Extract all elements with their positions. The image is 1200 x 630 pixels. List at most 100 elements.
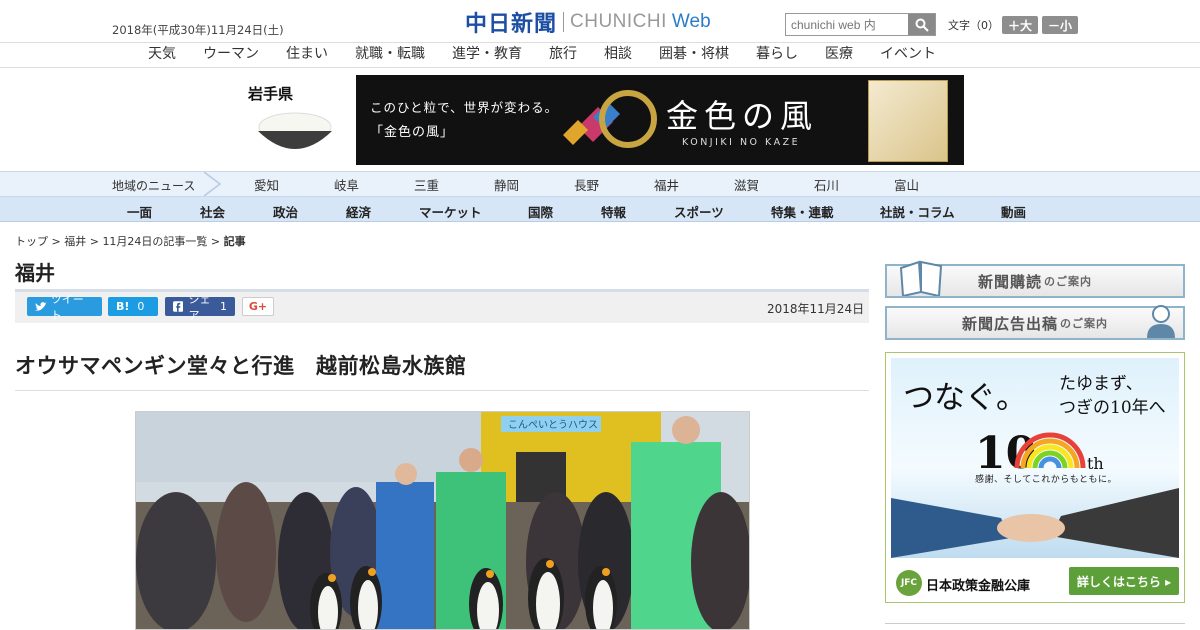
article-photo[interactable]: こんぺいとうハウス (135, 411, 750, 630)
font-size-label: 文字（0） (948, 19, 999, 32)
tweet-label: ツイート (50, 292, 84, 322)
search-button[interactable] (908, 14, 935, 35)
rice-bowl-icon (258, 112, 332, 149)
site-search (785, 13, 936, 36)
ad-visual: つなぐ。 たゆまず、 つぎの10年へ 10 th 感謝、そしてこれからもともに。 (891, 358, 1179, 558)
region-nav-label: 地域のニュース (112, 179, 196, 193)
region-item[interactable]: 滋賀 (734, 175, 814, 194)
font-larger-button[interactable]: ＋大 (1002, 16, 1038, 34)
tweet-button[interactable]: ツイート (27, 293, 102, 322)
facebook-label: シェア (188, 292, 211, 322)
category-item[interactable]: スポーツ (674, 202, 724, 221)
jfc-name: 日本政策金融公庫 (926, 579, 1031, 594)
logo-separator (563, 12, 565, 32)
category-item[interactable]: 一面 (127, 202, 152, 221)
category-item[interactable]: 特集・連載 (771, 202, 834, 221)
book-icon (899, 260, 943, 296)
search-icon (915, 18, 929, 32)
jfc-logo: JFC (896, 570, 922, 596)
banner-ad[interactable]: 岩手県 このひと粒で、世界が変わる。 「金色の風」 金色の風 KONJIKI N… (236, 75, 964, 165)
hatena-bookmark-button[interactable]: B! 0 (108, 297, 158, 316)
banner-left-panel: 岩手県 (236, 75, 356, 165)
region-item[interactable]: 長野 (574, 175, 654, 194)
top-nav-item[interactable]: 囲碁・将棋 (659, 43, 729, 67)
top-nav-item[interactable]: イベント (880, 43, 936, 67)
category-item[interactable]: 特報 (601, 202, 626, 221)
article-date: 2018年11月24日 (767, 302, 865, 316)
subscribe-label: 新聞購読 (977, 272, 1042, 291)
header-date: 2018年(平成30年)11月24日(土) (112, 23, 284, 37)
category-item[interactable]: 社説・コラム (880, 202, 955, 221)
sidebar-divider (885, 623, 1185, 624)
banner-swirl-icon (563, 90, 657, 148)
category-item[interactable]: 政治 (273, 202, 298, 221)
advertise-suffix: のご案内 (1060, 317, 1108, 330)
top-nav-item[interactable]: 旅行 (549, 43, 577, 67)
category-item[interactable]: 動画 (1001, 202, 1026, 221)
ad-headline: つなぐ。 (903, 380, 1027, 416)
breadcrumb-list[interactable]: 11月24日の記事一覧 (102, 235, 207, 248)
top-nav-item[interactable]: 天気 (148, 43, 176, 67)
category-nav: 一面 社会 政治 経済 マーケット 国際 特報 スポーツ 特集・連載 社説・コラ… (0, 197, 1200, 222)
advertise-button[interactable]: 新聞広告出稿 のご案内 (885, 305, 1185, 340)
ad-details-button[interactable]: 詳しくはこちら ▸ (1069, 567, 1179, 595)
twitter-icon (35, 301, 47, 311)
ad-anniversary-suffix: th (1087, 454, 1104, 473)
font-smaller-button[interactable]: －小 (1042, 16, 1078, 34)
breadcrumb: トップ > 福井 > 11月24日の記事一覧 > 記事 (15, 233, 246, 249)
banner-title: 金色の風 (666, 97, 819, 135)
jfc-ad[interactable]: つなぐ。 たゆまず、 つぎの10年へ 10 th 感謝、そしてこれからもともに。… (885, 352, 1185, 603)
advertise-label: 新聞広告出稿 (961, 314, 1058, 333)
page: 2018年(平成30年)11月24日(土) 中日新聞 CHUNICHI Web … (0, 0, 1200, 630)
category-item[interactable]: マーケット (419, 202, 482, 221)
person-icon (1147, 305, 1175, 338)
section-title: 福井 (15, 261, 55, 285)
nav-divider (0, 67, 1200, 68)
breadcrumb-sep: > (207, 235, 224, 248)
handshake-image (891, 488, 1179, 558)
top-nav-item[interactable]: 医療 (825, 43, 853, 67)
region-item[interactable]: 岐阜 (334, 175, 414, 194)
region-item[interactable]: 愛知 (254, 175, 334, 194)
logo-english: CHUNICHI (570, 11, 667, 32)
logo-main: 中日新聞 (465, 11, 558, 37)
hatena-icon: B! (116, 300, 130, 313)
ad-subheadline: たゆまず、 つぎの10年へ (1059, 372, 1166, 420)
top-nav-item[interactable]: 住まい (286, 43, 328, 67)
headline-divider (15, 390, 869, 391)
facebook-icon (173, 301, 184, 312)
breadcrumb-sep: > (48, 235, 65, 248)
region-item[interactable]: 石川 (814, 175, 894, 194)
ad-subheadline-line1: たゆまず、 (1059, 374, 1143, 394)
top-nav-item[interactable]: ウーマン (203, 43, 259, 67)
region-nav: 地域のニュース 愛知 岐阜 三重 静岡 長野 福井 滋賀 石川 富山 (0, 171, 1200, 197)
penguin-parade-photo: こんぺいとうハウス (136, 412, 749, 629)
subscribe-button[interactable]: 新聞購読 のご案内 (885, 260, 1185, 298)
banner-copy-1: このひと粒で、世界が変わる。 (370, 100, 559, 115)
top-nav-item[interactable]: 進学・教育 (452, 43, 522, 67)
region-item[interactable]: 静岡 (494, 175, 574, 194)
breadcrumb-sep: > (86, 235, 103, 248)
banner-prefecture: 岩手県 (248, 85, 294, 103)
search-input[interactable] (786, 14, 908, 35)
facebook-count: 1 (220, 300, 227, 313)
top-nav-item[interactable]: 相談 (604, 43, 632, 67)
category-item[interactable]: 国際 (528, 202, 553, 221)
top-nav-item[interactable]: 就職・転職 (355, 43, 425, 67)
category-item[interactable]: 経済 (346, 202, 371, 221)
breadcrumb-pref[interactable]: 福井 (64, 235, 86, 248)
category-item[interactable]: 社会 (200, 202, 225, 221)
google-plus-button[interactable]: G+ (242, 297, 274, 316)
article-headline: オウサマペンギン堂々と行進 越前松島水族館 (15, 354, 467, 378)
breadcrumb-top[interactable]: トップ (15, 235, 48, 248)
facebook-share-button[interactable]: シェア 1 (165, 293, 235, 322)
site-logo[interactable]: 中日新聞 CHUNICHI Web (465, 9, 711, 37)
logo-web: Web (671, 11, 711, 32)
region-item[interactable]: 福井 (654, 175, 734, 194)
ad-subheadline-line2: つぎの10年へ (1059, 398, 1166, 418)
banner-copy-2: 「金色の風」 (370, 125, 455, 140)
region-item[interactable]: 三重 (414, 175, 494, 194)
top-nav-item[interactable]: 暮らし (756, 43, 798, 67)
top-nav: 天気 ウーマン 住まい 就職・転職 進学・教育 旅行 相談 囲碁・将棋 暮らし … (0, 43, 1200, 67)
region-item[interactable]: 富山 (894, 175, 974, 194)
